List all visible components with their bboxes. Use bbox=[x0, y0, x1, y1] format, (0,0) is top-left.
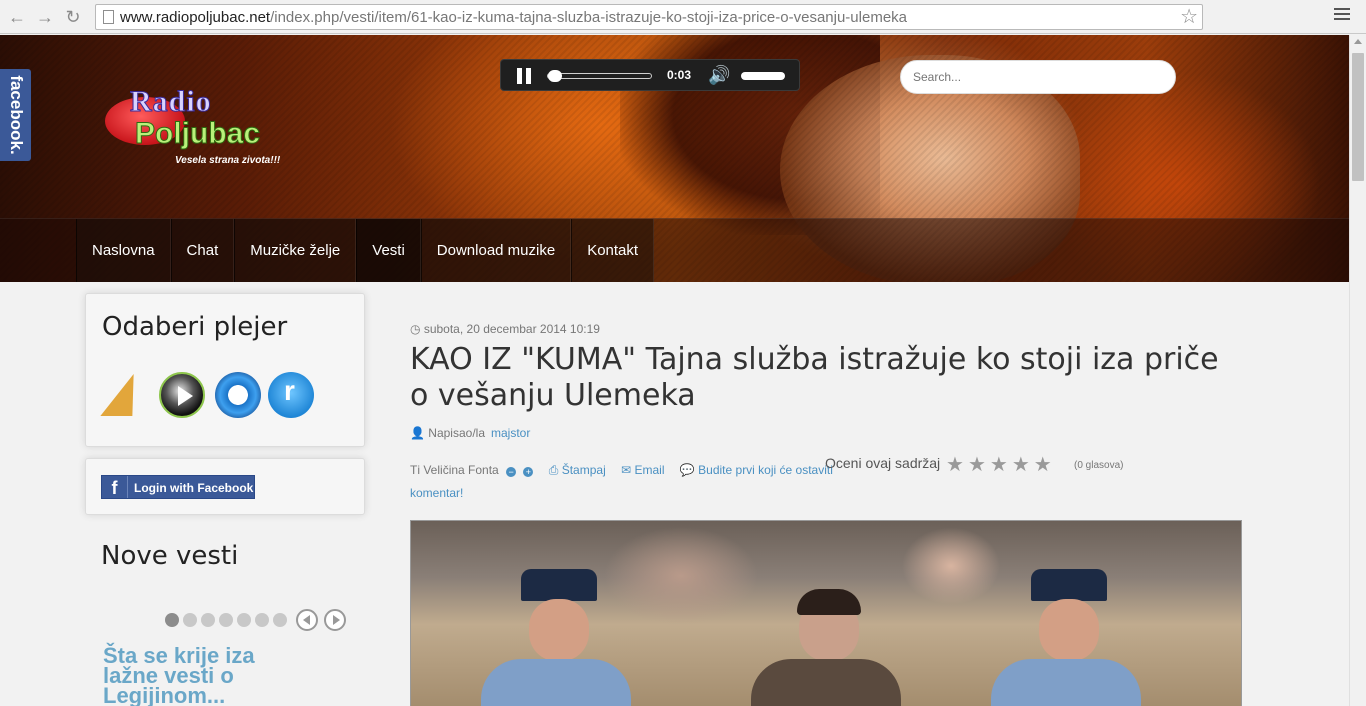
news-section-title: Nove vesti bbox=[101, 541, 239, 571]
main-menu-bar: Naslovna Chat Muzičke želje Vesti Download m… bbox=[0, 218, 1349, 282]
back-icon[interactable]: ← bbox=[6, 6, 28, 28]
photo-figure-right bbox=[991, 549, 1141, 706]
menu-item-kontakt[interactable]: Kontakt bbox=[571, 219, 655, 282]
star-icon[interactable]: ★ bbox=[1034, 454, 1056, 476]
slider-dot[interactable] bbox=[273, 613, 287, 627]
article-photo bbox=[410, 520, 1242, 706]
windows-media-player-icon[interactable] bbox=[159, 372, 205, 418]
page-scrollbar[interactable] bbox=[1349, 35, 1366, 706]
slider-dot[interactable] bbox=[201, 613, 215, 627]
star-icon[interactable]: ★ bbox=[990, 454, 1012, 476]
author-label: Napisao/la bbox=[428, 426, 485, 440]
facebook-side-tab[interactable]: facebook. bbox=[0, 69, 31, 161]
slider-dot[interactable] bbox=[255, 613, 269, 627]
article-date: ◷ subota, 20 decembar 2014 10:19 bbox=[410, 322, 600, 336]
article-date-text: subota, 20 decembar 2014 10:19 bbox=[423, 322, 600, 336]
logo-line1: Radio bbox=[130, 85, 212, 119]
author-link[interactable]: majstor bbox=[491, 426, 530, 440]
facebook-tab-label: facebook. bbox=[7, 75, 26, 155]
menu-item-vesti[interactable]: Vesti bbox=[356, 219, 421, 282]
slider-dot[interactable] bbox=[237, 613, 251, 627]
scroll-thumb[interactable] bbox=[1352, 53, 1364, 181]
url-domain: www.radiopoljubac.net bbox=[120, 9, 271, 26]
font-decrease-icon[interactable]: − bbox=[506, 467, 517, 477]
progress-knob[interactable] bbox=[548, 70, 562, 82]
facebook-login-button[interactable]: f Login with Facebook bbox=[101, 475, 255, 499]
print-icon: ⎙ bbox=[548, 463, 559, 477]
menu-item-muzi-ke-elje[interactable]: Muzičke želje bbox=[234, 219, 357, 282]
menu-item-chat[interactable]: Chat bbox=[170, 219, 235, 282]
article-tools: Tі Veličina Fonta − + ⎙ Štampaj ✉ Email … bbox=[410, 459, 850, 505]
photo-figure-left bbox=[481, 549, 631, 706]
page-icon bbox=[103, 10, 114, 24]
star-icon[interactable]: ★ bbox=[1012, 454, 1034, 476]
volume-icon[interactable]: 🔊 bbox=[708, 66, 730, 84]
rating-votes: (0 glasova) bbox=[1074, 460, 1124, 471]
email-link[interactable]: ✉ Email bbox=[621, 463, 664, 477]
comment-icon: 💬 bbox=[679, 463, 695, 477]
address-bar[interactable]: www.radiopoljubac.net/index.php/vesti/it… bbox=[95, 4, 1203, 30]
slider-dot[interactable] bbox=[219, 613, 233, 627]
forward-icon[interactable]: → bbox=[34, 6, 56, 28]
print-link[interactable]: ⎙ Štampaj bbox=[549, 463, 606, 477]
article-title: KAO IZ "KUMA" Tajna služba istražuje ko … bbox=[410, 342, 1219, 413]
bookmark-star-icon[interactable]: ☆ bbox=[1180, 6, 1198, 28]
logo-tagline: Vesela strana zivota!!! bbox=[175, 155, 281, 166]
reload-icon[interactable]: ↻ bbox=[62, 6, 84, 28]
slider-prev-icon[interactable] bbox=[296, 609, 318, 631]
star-icon[interactable]: ★ bbox=[946, 454, 968, 476]
rating-stars[interactable]: ★★★★★ bbox=[946, 452, 1056, 477]
realplayer-icon[interactable] bbox=[268, 372, 314, 418]
site-logo[interactable]: Radio Poljubac Vesela strana zivota!!! bbox=[105, 85, 305, 177]
facebook-login-label: Login with Facebook bbox=[134, 481, 254, 495]
email-icon: ✉ bbox=[621, 463, 632, 477]
slider-next-icon[interactable] bbox=[324, 609, 346, 631]
logo-line2: Poljubac bbox=[134, 117, 261, 151]
audio-player: 0:03 🔊 bbox=[500, 59, 800, 91]
photo-figure-center bbox=[751, 549, 901, 706]
print-label: Štampaj bbox=[561, 463, 606, 477]
player-time: 0:03 bbox=[667, 68, 692, 82]
email-label: Email bbox=[634, 463, 665, 477]
menu-item-download-muzike[interactable]: Download muzike bbox=[420, 219, 572, 282]
rating-label: Oceni ovaj sadržaj bbox=[825, 455, 941, 471]
browser-toolbar: ← → ↻ www.radiopoljubac.net/index.php/ve… bbox=[0, 0, 1366, 34]
article-author: 👤 Napisao/la majstor bbox=[410, 426, 530, 440]
facebook-login-panel: f Login with Facebook bbox=[85, 458, 365, 515]
clock-icon: ◷ bbox=[410, 322, 421, 336]
player-select-panel: Odaberi plejer bbox=[85, 293, 365, 447]
progress-track[interactable] bbox=[547, 73, 652, 79]
news-slider-dots bbox=[165, 613, 291, 627]
quicktime-icon[interactable] bbox=[215, 372, 261, 418]
url-path: /index.php/vesti/item/61-kao-iz-kuma-taj… bbox=[270, 9, 908, 26]
site-header: Radio Poljubac Vesela strana zivota!!! 0… bbox=[0, 35, 1349, 282]
font-size-icon: Tі bbox=[410, 463, 420, 477]
font-size-label: Veličina Fonta bbox=[423, 463, 499, 477]
menu-item-naslovna[interactable]: Naslovna bbox=[76, 219, 171, 282]
font-increase-icon[interactable]: + bbox=[523, 467, 534, 477]
url-text[interactable]: www.radiopoljubac.net/index.php/vesti/it… bbox=[120, 9, 907, 26]
search-input[interactable] bbox=[900, 60, 1176, 94]
slider-dot[interactable] bbox=[165, 613, 179, 627]
player-select-title: Odaberi plejer bbox=[102, 312, 288, 342]
winamp-icon[interactable] bbox=[102, 372, 148, 418]
star-icon[interactable]: ★ bbox=[968, 454, 990, 476]
volume-slider[interactable] bbox=[741, 72, 785, 80]
main-menu: Naslovna Chat Muzičke želje Vesti Download m… bbox=[76, 219, 655, 282]
news-slide-title[interactable]: Šta se krije iza lažne vesti o Legijinom… bbox=[103, 645, 303, 706]
pause-icon[interactable] bbox=[517, 68, 533, 84]
scroll-up-icon[interactable] bbox=[1354, 39, 1362, 44]
facebook-icon: f bbox=[102, 476, 128, 498]
browser-menu-icon[interactable] bbox=[1334, 8, 1350, 22]
user-icon: 👤 bbox=[410, 426, 425, 440]
slider-dot[interactable] bbox=[183, 613, 197, 627]
